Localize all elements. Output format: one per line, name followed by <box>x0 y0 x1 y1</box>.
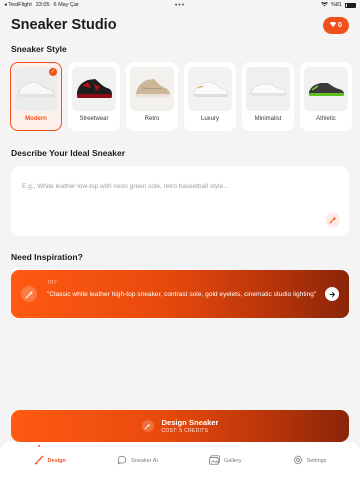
chat-icon <box>117 455 127 467</box>
style-options: ✓ Modern Streetwear Retro Luxury Minimal… <box>10 62 360 132</box>
tab-label: Sneaker AI <box>131 458 158 464</box>
style-label: Streetwear <box>79 116 109 122</box>
prompt-input[interactable] <box>22 183 332 190</box>
battery-icon <box>345 2 356 8</box>
magic-wand-icon <box>21 286 37 302</box>
diamond-icon <box>330 22 337 29</box>
inspiration-label: TRY <box>47 280 57 286</box>
shoe-image <box>130 67 174 111</box>
battery-percent: %81 <box>330 2 342 8</box>
style-label: Retro <box>144 116 160 122</box>
style-label: Luxury <box>200 116 219 122</box>
design-sneaker-button[interactable]: Design Sneaker COST: 5 CREDITS <box>11 410 349 442</box>
style-label: Athletic <box>316 116 336 122</box>
magic-wand-button[interactable] <box>326 213 340 227</box>
tab-label: Settings <box>306 458 327 464</box>
shoe-image <box>72 67 116 111</box>
design-button-cost: COST: 5 CREDITS <box>161 428 209 434</box>
magic-wand-icon <box>141 420 154 432</box>
style-option-modern[interactable]: ✓ Modern <box>10 62 62 131</box>
credits-button[interactable]: 0 <box>323 17 349 34</box>
style-label: Minimalist <box>254 116 282 122</box>
inspiration-title: Need Inspiration? <box>11 252 83 262</box>
design-button-label: Design Sneaker <box>161 418 219 427</box>
brush-icon <box>34 455 44 467</box>
inspiration-card[interactable]: TRY "Classic white leather high-top snea… <box>11 270 349 318</box>
app-title: Sneaker Studio <box>11 17 117 33</box>
tab-design[interactable]: Design <box>34 445 66 467</box>
tab-label: Design <box>47 458 66 464</box>
shoe-image <box>188 67 232 111</box>
style-option-luxury[interactable]: Luxury <box>184 62 236 131</box>
credits-count: 0 <box>338 22 342 29</box>
shoe-image <box>246 67 290 111</box>
multitask-dots[interactable]: ••• <box>175 2 185 9</box>
status-time: 23:05 <box>35 2 50 8</box>
tab-settings[interactable]: Settings <box>293 455 327 467</box>
sneaker-style-title: Sneaker Style <box>11 44 67 54</box>
style-option-athletic[interactable]: Athletic <box>300 62 352 131</box>
style-option-streetwear[interactable]: Streetwear <box>68 62 120 131</box>
style-option-minimalist[interactable]: Minimalist <box>242 62 294 131</box>
shoe-image <box>304 67 348 111</box>
describe-title: Describe Your Ideal Sneaker <box>11 148 126 158</box>
tab-bar: Design Sneaker AI Gallery Settings <box>0 442 360 480</box>
inspiration-text: "Classic white leather high-top sneaker,… <box>47 291 317 298</box>
back-to-testflight[interactable]: ◂ TestFlight <box>4 2 32 8</box>
wifi-icon <box>320 1 328 9</box>
active-indicator <box>37 445 40 447</box>
status-bar: ◂ TestFlight 23:05 6 May Çar ••• %81 <box>0 0 360 10</box>
gallery-icon <box>209 455 220 467</box>
prompt-box <box>11 166 349 236</box>
style-label: Modern <box>25 116 47 122</box>
tab-label: Gallery <box>224 458 242 464</box>
status-date: 6 May Çar <box>53 2 79 8</box>
arrow-right-icon[interactable] <box>325 287 339 301</box>
style-option-retro[interactable]: Retro <box>126 62 178 131</box>
tab-sneaker-ai[interactable]: Sneaker AI <box>117 455 158 467</box>
tab-gallery[interactable]: Gallery <box>209 455 241 467</box>
gear-icon <box>293 455 303 467</box>
checkmark-icon: ✓ <box>49 68 57 76</box>
